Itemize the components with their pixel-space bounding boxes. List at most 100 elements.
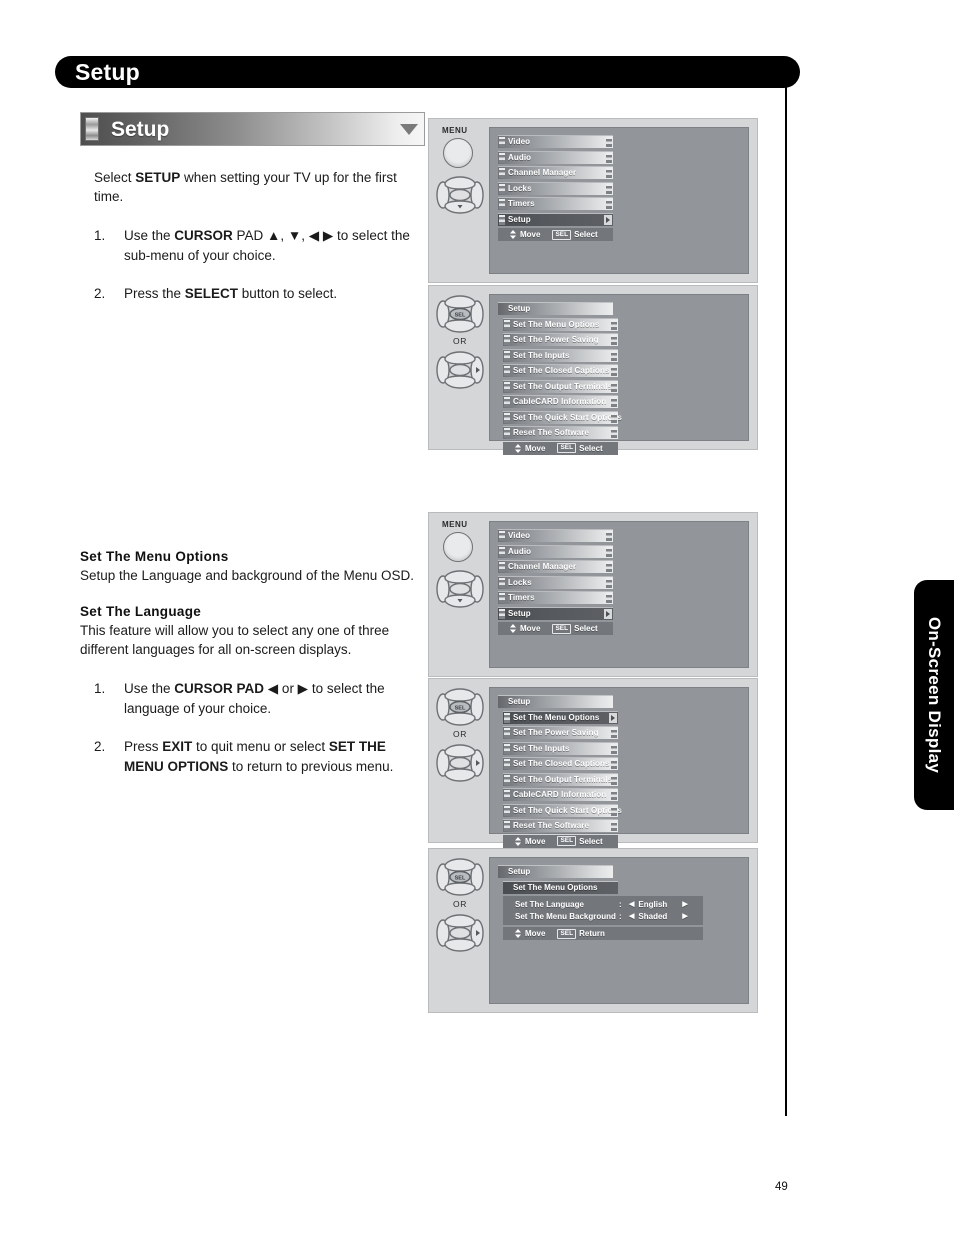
row-left-cap-icon <box>504 790 510 800</box>
osd-item-set-the-quick-start-options[interactable]: Set The Quick Start Options <box>503 803 622 817</box>
osd-title-label: Setup <box>508 304 531 313</box>
osd-item-label: Setup <box>508 214 531 224</box>
menu-button-icon[interactable] <box>443 532 473 562</box>
section-heading: Set The Menu Options <box>80 549 229 564</box>
row-left-cap-icon <box>499 152 505 163</box>
osd-item-label: Set The Inputs <box>513 350 570 360</box>
osd-item-reset-the-software[interactable]: Reset The Software <box>503 426 618 439</box>
arrow-left-icon[interactable]: ◀ <box>629 899 634 911</box>
footer-action-label: Select <box>574 624 598 633</box>
osd-item-cablecard-information[interactable]: CableCARD Information <box>503 788 618 801</box>
list-item: 2. Press the SELECT button to select. <box>94 284 425 304</box>
osd-setup-menu: Setup Set The Menu Options Set The Power… <box>498 302 622 455</box>
osd-item-label: Timers <box>508 593 535 602</box>
osd-item-timers[interactable]: Timers <box>498 591 613 604</box>
arrow-left-icon[interactable]: ◀ <box>629 911 634 923</box>
cursor-pad-right-icon[interactable] <box>436 743 484 783</box>
tv-screen: Setup Set The Menu Options Set The Power… <box>489 687 749 848</box>
bar-grip-icon <box>85 117 99 141</box>
row-left-cap-icon <box>504 428 510 438</box>
figure-panel-setup-menu: SEL OR Setup Set The Menu Options Set Th… <box>428 285 758 455</box>
arrow-right-icon <box>609 712 617 723</box>
tv-screen: Setup Set The Menu Options Set The Langu… <box>489 857 749 1004</box>
row-right-cap-icon <box>606 152 612 163</box>
arrow-right-icon[interactable]: ▶ <box>682 899 687 911</box>
section-subheading: Set The Language <box>80 604 202 619</box>
remote-control-illustration: MENU <box>429 119 491 282</box>
arrow-right-icon <box>604 608 612 619</box>
page-banner <box>55 56 800 88</box>
sel-badge-icon: SEL <box>557 443 577 453</box>
osd-item-label: Set The Power Saving <box>513 728 599 737</box>
osd-item-set-the-inputs[interactable]: Set The Inputs <box>503 741 618 755</box>
row-right-cap-icon <box>606 562 612 572</box>
osd-item-set-the-quick-start-options[interactable]: Set The Quick Start Options <box>503 410 622 424</box>
osd-item-locks[interactable]: Locks <box>498 575 613 589</box>
sel-badge-icon: SEL <box>552 623 572 634</box>
osd-item-timers[interactable]: Timers <box>498 197 613 210</box>
osd-item-video[interactable]: Video <box>498 135 613 148</box>
osd-item-set-the-power-saving[interactable]: Set The Power Saving <box>503 726 618 739</box>
cursor-pad-sel-icon[interactable]: SEL <box>436 857 484 897</box>
osd-item-set-the-output-terminals[interactable]: Set The Output Terminals <box>503 379 618 393</box>
step-text: Press the <box>124 286 185 301</box>
intro-paragraph: Select SETUP when setting your TV up for… <box>80 168 425 206</box>
step-text-3: to return to previous menu. <box>228 759 394 774</box>
step-text: Press <box>124 739 163 754</box>
osd-item-set-the-menu-options[interactable]: Set The Menu Options <box>503 317 618 331</box>
osd-title-setup: Setup <box>498 695 613 708</box>
row-left-cap-icon <box>499 531 505 541</box>
intro-line: Select SETUP when setting your TV up for… <box>94 170 397 204</box>
cursor-pad-right-icon[interactable] <box>436 350 484 390</box>
osd-item-setup-selected[interactable]: Setup <box>498 212 613 226</box>
cursor-pad-icon[interactable] <box>436 175 484 215</box>
cursor-pad-sel-icon[interactable]: SEL <box>436 294 484 334</box>
cursor-pad-right-icon[interactable] <box>436 913 484 953</box>
tv-screen: Setup Set The Menu Options Set The Power… <box>489 294 749 455</box>
osd-item-audio[interactable]: Audio <box>498 544 613 558</box>
row-left-cap-icon <box>499 214 505 225</box>
osd-item-setup-selected[interactable]: Setup <box>498 606 613 620</box>
osd-item-cablecard-information[interactable]: CableCARD Information <box>503 395 618 408</box>
osd-item-label: Channel Manager <box>508 562 577 571</box>
row-left-cap-icon <box>504 350 510 361</box>
osd-item-set-the-closed-captions[interactable]: Set The Closed Captions <box>503 364 618 377</box>
osd-item-locks[interactable]: Locks <box>498 181 613 195</box>
setting-row-menu-background[interactable]: Set The Menu Background : ◀ Shaded ▶ <box>503 911 703 923</box>
arrow-right-icon[interactable]: ▶ <box>682 911 687 923</box>
menu-button-icon[interactable] <box>443 138 473 168</box>
osd-item-video[interactable]: Video <box>498 529 613 542</box>
osd-item-set-the-power-saving[interactable]: Set The Power Saving <box>503 333 618 346</box>
osd-item-label: Set The Quick Start Options <box>513 805 622 815</box>
osd-subtitle-menu-options: Set The Menu Options <box>503 880 618 894</box>
cursor-pad-icon[interactable] <box>436 569 484 609</box>
osd-item-reset-the-software[interactable]: Reset The Software <box>503 819 618 832</box>
list-number: 2. <box>94 286 106 301</box>
section-body: Setup the Language and background of the… <box>80 568 414 583</box>
osd-item-set-the-inputs[interactable]: Set The Inputs <box>503 348 618 362</box>
row-right-cap-icon <box>611 366 617 376</box>
osd-footer: Move SEL Select <box>503 441 618 455</box>
osd-item-channel-manager[interactable]: Channel Manager <box>498 166 613 179</box>
row-right-cap-icon <box>611 790 617 800</box>
step-text: Use the <box>124 228 175 243</box>
osd-item-set-the-closed-captions[interactable]: Set The Closed Captions <box>503 757 618 770</box>
step-bold: SELECT <box>184 286 239 301</box>
up-down-arrows-icon <box>510 624 516 633</box>
row-right-cap-icon <box>606 577 612 588</box>
left-content-column: Setup Select SETUP when setting your TV … <box>80 112 425 795</box>
osd-item-set-the-menu-options-selected[interactable]: Set The Menu Options <box>503 710 618 724</box>
page-number: 49 <box>775 1181 788 1193</box>
tv-screen: Video Audio Channel Manager Locks Timers… <box>489 127 749 274</box>
osd-item-set-the-output-terminals[interactable]: Set The Output Terminals <box>503 772 618 786</box>
osd-item-label: Set The Quick Start Options <box>513 412 622 422</box>
osd-item-audio[interactable]: Audio <box>498 150 613 164</box>
osd-item-channel-manager[interactable]: Channel Manager <box>498 560 613 573</box>
row-left-cap-icon <box>504 335 510 345</box>
step-bold: CURSOR <box>174 228 233 243</box>
row-right-cap-icon <box>611 759 617 769</box>
cursor-pad-sel-icon[interactable]: SEL <box>436 687 484 727</box>
osd-footer: Move SEL Select <box>498 228 613 241</box>
setting-row-language[interactable]: Set The Language : ◀ English ▶ <box>503 899 703 911</box>
osd-item-label: Timers <box>508 199 535 208</box>
